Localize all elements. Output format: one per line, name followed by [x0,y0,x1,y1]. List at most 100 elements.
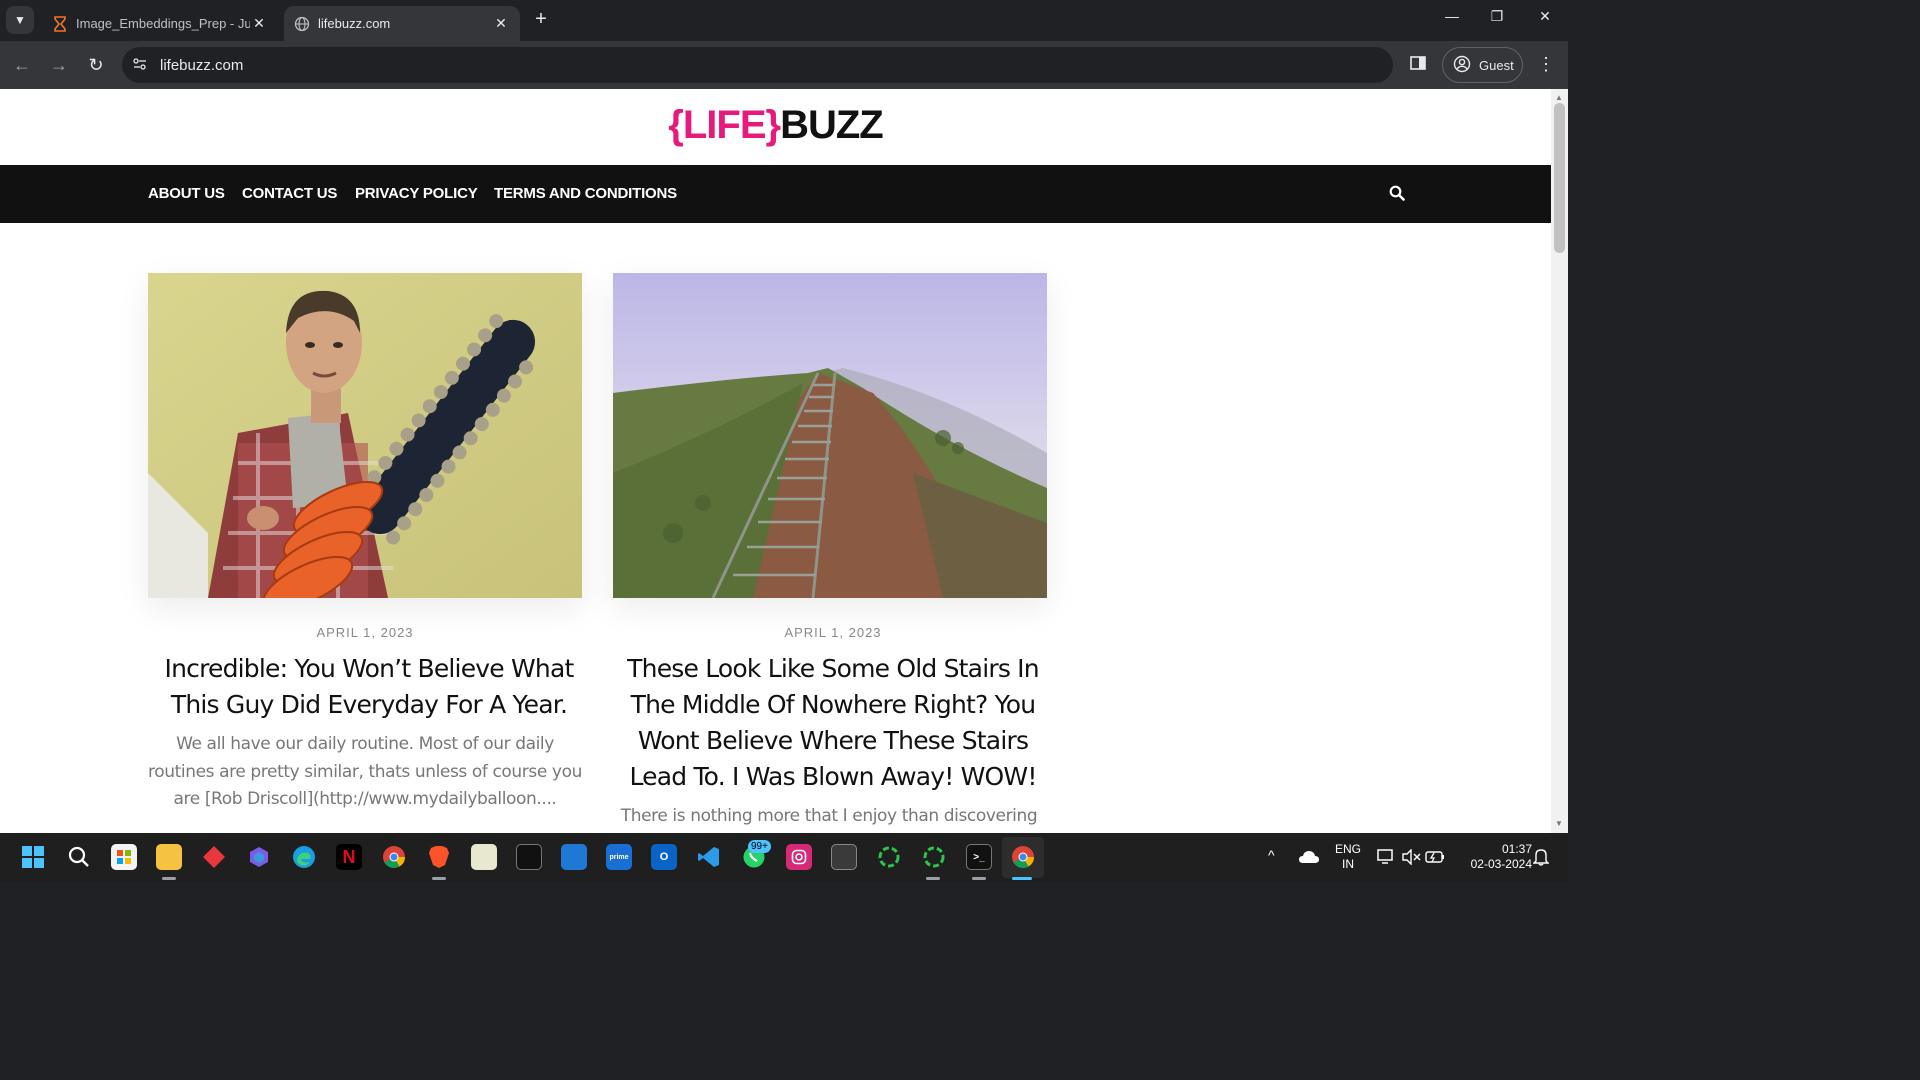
post-2-image[interactable] [613,273,1047,598]
post-2-title-line: Lead To. I Was Blown Away! WOW! [629,762,1037,791]
loading-ring-icon[interactable] [876,844,902,870]
post-2-title-line: These Look Like Some Old Stairs In [627,654,1039,683]
clock-time: 01:37 [1501,842,1532,856]
running-indicator [162,877,176,880]
post-1-excerpt: We all have our daily routine. Most of o… [148,731,582,814]
post-1-image[interactable] [148,273,582,598]
post-1-excerpt-line: routines are pretty similar, thats unles… [148,761,582,782]
onedrive-cloud-icon[interactable] [1296,844,1322,870]
logo-life: LIFE [682,103,767,147]
chrome-icon[interactable] [381,844,407,870]
close-window-button[interactable]: ✕ [1530,8,1560,25]
tab-search-button[interactable]: ▼ [6,6,34,34]
image-viewer-icon[interactable] [471,844,497,870]
tab-jupyter[interactable]: Image_Embeddings_Prep - Jupyter ✕ [42,6,278,41]
post-2-excerpt: There is nothing more that I enjoy than … [612,803,1046,831]
outlook-icon[interactable]: O [651,844,677,870]
search-icon[interactable] [66,844,92,870]
web-page: {LIFE}BUZZ ABOUT US CONTACT US PRIVACY P… [0,89,1551,833]
language-top: ENG [1334,842,1361,856]
brave-icon[interactable] [426,844,452,870]
address-bar[interactable]: lifebuzz.com [122,47,1393,83]
notification-bell-icon[interactable] [1528,844,1554,870]
new-tab-button[interactable]: + [530,8,552,30]
clock[interactable]: 01:37 02-03-2024 [1452,842,1532,872]
running-indicator [972,877,986,880]
close-icon[interactable]: ✕ [492,15,510,32]
app-red-diamond-icon[interactable] [201,844,227,870]
minimize-button[interactable]: — [1437,8,1467,24]
nav-contact-us[interactable]: CONTACT US [242,185,337,202]
logo-brace-close: } [765,103,782,147]
search-icon[interactable] [1389,185,1405,201]
network-icon[interactable] [1374,844,1400,870]
side-panel-icon[interactable] [1408,53,1432,77]
site-logo[interactable]: {LIFE}BUZZ [0,103,1551,148]
active-indicator [1012,877,1032,880]
windows-start-icon[interactable] [20,844,46,870]
clock-date: 02-03-2024 [1470,857,1532,871]
loading-ring-icon[interactable] [921,844,947,870]
tablet-app-icon[interactable] [561,844,587,870]
prime-video-icon[interactable]: prime [606,844,632,870]
post-2-title-line: The Middle Of Nowhere Right? You [630,690,1036,719]
post-2-excerpt-line: There is nothing more that I enjoy than … [620,806,1038,826]
post-1-excerpt-line: We all have our daily routine. Most of o… [176,734,554,754]
account-icon [1453,55,1471,76]
chevron-up-icon[interactable]: ^ [1268,848,1275,863]
site-info-icon[interactable] [132,57,152,74]
post-1-title[interactable]: Incredible: You Won’t Believe What This … [152,651,586,723]
logo-brace-open: { [668,103,684,147]
nav-privacy-policy[interactable]: PRIVACY POLICY [355,185,478,202]
forward-button[interactable]: → [47,53,71,77]
tab-title: Image_Embeddings_Prep - Jupyter [76,16,250,31]
language-bottom: IN [1342,857,1354,871]
vscode-icon[interactable] [696,844,722,870]
logo-buzz: BUZZ [780,103,884,147]
scroll-up-icon[interactable]: ▲ [1555,93,1563,102]
battery-icon[interactable] [1422,844,1448,870]
scroll-down-icon[interactable]: ▼ [1555,819,1563,828]
post-2-date: APRIL 1, 2023 [784,625,882,640]
whatsapp-badge: 99+ [748,840,771,853]
edge-icon[interactable] [291,844,317,870]
globe-icon [294,16,310,32]
file-explorer-icon[interactable] [156,844,182,870]
profile-button[interactable]: Guest [1442,47,1523,83]
page-scrollbar[interactable]: ▲ ▼ [1551,89,1568,833]
reload-button[interactable]: ↻ [84,53,108,77]
post-1-excerpt-line: are [Rob Driscoll](http://www.mydailybal… [173,789,557,809]
instagram-icon[interactable] [786,844,812,870]
hourglass-icon [52,15,68,32]
post-1-title-line: This Guy Did Everyday For A Year. [170,690,568,719]
window-app-icon[interactable] [831,844,857,870]
tab-strip: ▼ Image_Embeddings_Prep - Jupyter ✕ life… [0,0,1568,41]
more-menu-icon[interactable]: ⋮ [1536,53,1556,77]
language-indicator[interactable]: ENG IN [1333,842,1363,872]
store-icon[interactable] [111,844,137,870]
nav-about-us[interactable]: ABOUT US [148,185,225,202]
copilot-icon[interactable] [246,844,272,870]
tab-lifebuzz[interactable]: lifebuzz.com ✕ [284,6,520,41]
back-button[interactable]: ← [10,53,34,77]
netflix-icon[interactable]: N [336,844,362,870]
site-navigation: ABOUT US CONTACT US PRIVACY POLICY TERMS… [0,165,1551,223]
volume-muted-icon[interactable] [1398,844,1424,870]
chevron-down-icon: ▼ [14,13,26,27]
windows-terminal-icon[interactable]: >_ [966,844,992,870]
terminal-app-icon[interactable] [516,844,542,870]
post-1-date: APRIL 1, 2023 [316,625,414,640]
url-text[interactable]: lifebuzz.com [160,57,243,74]
scrollbar-thumb[interactable] [1554,103,1565,253]
tab-title: lifebuzz.com [318,16,391,31]
browser-toolbar: ← → ↻ lifebuzz.com Guest ⋮ [0,41,1568,89]
running-indicator [926,877,940,880]
post-2-title-line: Wont Believe Where These Stairs [637,726,1029,755]
nav-terms-and-conditions[interactable]: TERMS AND CONDITIONS [494,185,677,202]
running-indicator [432,877,446,880]
close-icon[interactable]: ✕ [250,15,268,32]
post-2-title[interactable]: These Look Like Some Old Stairs In The M… [616,651,1050,795]
profile-label: Guest [1479,57,1514,73]
restore-button[interactable]: ❐ [1482,8,1512,25]
chrome-icon[interactable] [1010,844,1036,870]
